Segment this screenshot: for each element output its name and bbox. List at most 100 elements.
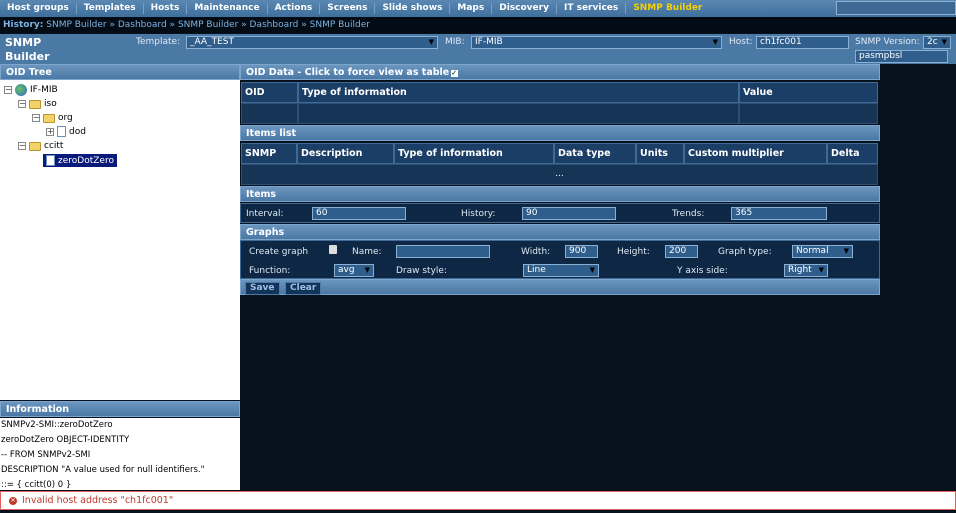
error-message: ✕ Invalid host address "ch1fc001" — [0, 491, 956, 510]
function-select[interactable]: avg — [334, 264, 374, 277]
history-link[interactable]: SNMP Builder — [310, 20, 370, 30]
history-label: History: — [461, 209, 496, 219]
interval-input[interactable]: 60 — [312, 207, 406, 220]
info-line: zeroDotZero OBJECT-IDENTITY — [1, 435, 130, 445]
collapse-icon: − — [18, 141, 26, 150]
nav-host-groups[interactable]: Host groups — [0, 3, 77, 14]
host-label: Host: — [729, 37, 753, 47]
oid-cell — [739, 103, 878, 124]
items-list-empty: ... — [241, 164, 878, 185]
nav-discovery[interactable]: Discovery — [492, 3, 557, 14]
nav-templates[interactable]: Templates — [77, 3, 144, 14]
draw-style-label: Draw style: — [396, 266, 447, 276]
tree-node-ccitt[interactable]: − ccitt — [18, 141, 63, 151]
graphs-title: Graphs — [240, 224, 880, 240]
form-actions: Save Clear — [240, 279, 880, 295]
draw-style-select[interactable]: Line — [523, 264, 599, 277]
snmp-version-select[interactable]: 2c — [923, 36, 951, 49]
folder-icon — [29, 99, 41, 109]
oid-data-title[interactable]: OID Data - Click to force view as table ✓ — [240, 64, 880, 80]
col-type: Type of information — [298, 82, 739, 103]
nav-actions[interactable]: Actions — [268, 3, 321, 14]
oid-cell — [298, 103, 739, 124]
information-title: Information — [0, 401, 240, 417]
info-line: DESCRIPTION "A value used for null ident… — [1, 465, 205, 475]
col-units: Units — [636, 143, 684, 164]
graph-type-select[interactable]: Normal — [792, 245, 853, 258]
graph-type-label: Graph type: — [718, 247, 772, 257]
create-graph-checkbox[interactable] — [329, 245, 337, 254]
information-panel: SNMPv2-SMI::zeroDotZero zeroDotZero OBJE… — [0, 418, 240, 490]
width-input[interactable]: 900 — [565, 245, 598, 258]
collapse-icon: − — [32, 113, 40, 122]
search-input[interactable] — [836, 1, 956, 15]
nav-snmp-builder[interactable]: SNMP Builder — [626, 3, 709, 14]
y-axis-side-select[interactable]: Right — [784, 264, 828, 277]
breadcrumb: History: SNMP Builder » Dashboard » SNMP… — [0, 17, 956, 33]
history-input[interactable]: 90 — [522, 207, 616, 220]
history-link[interactable]: Dashboard — [250, 20, 299, 30]
community-input[interactable]: pasmpbsl — [855, 50, 948, 63]
error-text: Invalid host address "ch1fc001" — [22, 495, 174, 506]
tree-node-iso[interactable]: − iso — [18, 99, 57, 109]
sep: » — [301, 20, 307, 30]
create-graph-label: Create graph — [249, 247, 309, 257]
sep: » — [169, 20, 176, 30]
page-title: SNMP Builder — [5, 36, 50, 63]
document-icon — [57, 126, 66, 137]
nav-hosts[interactable]: Hosts — [144, 3, 188, 14]
document-icon — [46, 155, 55, 166]
host-input[interactable]: ch1fc001 — [756, 36, 849, 49]
page-header: SNMPBuilder Template: _AA_TEST MIB: IF-M… — [0, 34, 956, 64]
oid-tree-title: OID Tree — [0, 64, 240, 80]
name-label: Name: — [352, 247, 382, 257]
trends-input[interactable]: 365 — [731, 207, 827, 220]
history-link[interactable]: Dashboard — [118, 20, 167, 30]
width-label: Width: — [521, 247, 551, 257]
oid-cell — [241, 103, 298, 124]
save-button[interactable]: Save — [245, 282, 280, 295]
sep: » — [109, 20, 115, 30]
nav-slide-shows[interactable]: Slide shows — [375, 3, 451, 14]
nav-maintenance[interactable]: Maintenance — [187, 3, 268, 14]
col-value: Value — [739, 82, 878, 103]
folder-icon — [29, 141, 41, 151]
tree-node-zerodotzero[interactable]: zeroDotZero — [43, 154, 117, 167]
checkbox-icon[interactable]: ✓ — [451, 70, 459, 77]
mib-select[interactable]: IF-MIB — [471, 36, 722, 49]
nav-it-services[interactable]: IT services — [557, 3, 627, 14]
nav-screens[interactable]: Screens — [320, 3, 376, 14]
collapse-icon: − — [4, 85, 12, 94]
template-select[interactable]: _AA_TEST — [186, 36, 438, 49]
clear-button[interactable]: Clear — [285, 282, 322, 295]
y-axis-side-label: Y axis side: — [677, 266, 728, 276]
history-link[interactable]: SNMP Builder — [178, 20, 238, 30]
col-description: Description — [297, 143, 394, 164]
top-nav: Host groups Templates Hosts Maintenance … — [0, 0, 956, 17]
trends-label: Trends: — [672, 209, 705, 219]
mib-label: MIB: — [445, 37, 465, 47]
info-line: -- FROM SNMPv2-SMI — [1, 450, 91, 460]
graphs-form: Create graph Name: Width: 900 Height: 20… — [240, 240, 880, 279]
graph-name-input[interactable] — [396, 245, 490, 258]
col-snmp-oid: SNMP OID — [241, 143, 297, 179]
items-title: Items — [240, 186, 880, 202]
items-list-title: Items list — [240, 125, 880, 141]
items-row: Interval: 60 History: 90 Trends: 365 — [240, 203, 880, 223]
function-label: Function: — [249, 266, 291, 276]
oid-tree: − IF-MIB − iso − org + dod − ccitt zeroDotZer… — [0, 80, 240, 400]
interval-label: Interval: — [246, 209, 284, 219]
template-label: Template: — [136, 37, 181, 47]
folder-icon — [43, 113, 55, 123]
history-link[interactable]: SNMP Builder — [46, 20, 106, 30]
snmp-version-label: SNMP Version: — [855, 37, 920, 47]
height-input[interactable]: 200 — [665, 245, 698, 258]
nav-maps[interactable]: Maps — [450, 3, 493, 14]
info-line: SNMPv2-SMI::zeroDotZero — [1, 420, 113, 430]
globe-icon — [15, 84, 27, 96]
tree-node-dod[interactable]: + dod — [46, 126, 86, 137]
history-label: History: — [3, 20, 44, 30]
tree-node-org[interactable]: − org — [32, 113, 73, 123]
tree-node-if-mib[interactable]: − IF-MIB — [4, 84, 58, 96]
col-type-info: Type of information — [394, 143, 554, 164]
